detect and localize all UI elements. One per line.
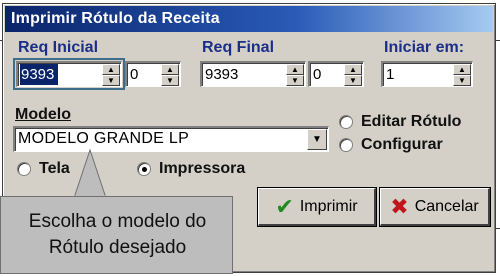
- req-inicial-input[interactable]: [20, 64, 58, 85]
- modelo-select[interactable]: MODELO GRANDE LP ▼: [13, 126, 329, 152]
- iniciar-em-label: Iniciar em:: [384, 39, 465, 56]
- chevron-down-icon[interactable]: ▼: [307, 129, 327, 150]
- x-icon: ✖: [390, 193, 409, 219]
- dialog-title: Imprimir Rótulo da Receita: [11, 10, 220, 27]
- tela-label: Tela: [39, 160, 70, 177]
- req-final-field[interactable]: ▲ ▼: [200, 61, 306, 87]
- req-final-spinner[interactable]: ▲ ▼: [286, 64, 304, 86]
- spin-down-icon[interactable]: ▼: [453, 75, 471, 86]
- impressora-option[interactable]: Impressora: [137, 160, 245, 178]
- req-final-label: Req Final: [202, 39, 275, 56]
- configurar-label: Configurar: [361, 136, 443, 153]
- configurar-option[interactable]: Configurar: [339, 136, 443, 154]
- callout-pointer: [73, 148, 107, 198]
- impressora-radio[interactable]: [137, 162, 151, 176]
- iniciar-em-spinner[interactable]: ▲ ▼: [453, 64, 471, 86]
- modelo-label: Modelo: [15, 106, 71, 123]
- spin-down-icon[interactable]: ▼: [102, 75, 120, 86]
- check-icon: ✔: [275, 193, 294, 219]
- cancelar-label: Cancelar: [414, 197, 479, 215]
- req-inicial-spinner[interactable]: ▲ ▼: [102, 64, 120, 86]
- spin-up-icon[interactable]: ▲: [161, 64, 179, 75]
- title-bar[interactable]: Imprimir Rótulo da Receita: [5, 6, 493, 32]
- req-inicial-suffix-input[interactable]: [129, 64, 160, 85]
- spin-up-icon[interactable]: ▲: [286, 64, 304, 75]
- req-final-suffix-spinner[interactable]: ▲ ▼: [344, 64, 362, 86]
- tela-option[interactable]: Tela: [17, 160, 70, 178]
- req-final-input[interactable]: [204, 64, 285, 85]
- spin-up-icon[interactable]: ▲: [102, 64, 120, 75]
- editar-rotulo-option[interactable]: Editar Rótulo: [339, 113, 461, 131]
- spin-up-icon[interactable]: ▲: [453, 64, 471, 75]
- editar-rotulo-label: Editar Rótulo: [361, 113, 462, 130]
- spin-down-icon[interactable]: ▼: [161, 75, 179, 86]
- iniciar-em-field[interactable]: ▲ ▼: [381, 61, 473, 87]
- spin-up-icon[interactable]: ▲: [344, 64, 362, 75]
- req-inicial-field[interactable]: ▲ ▼: [13, 58, 125, 90]
- spin-down-icon[interactable]: ▼: [286, 75, 304, 86]
- iniciar-em-input[interactable]: [385, 64, 452, 85]
- callout-text: Escolha o modelo do Rótulo desejado: [1, 209, 234, 261]
- tela-radio[interactable]: [17, 162, 31, 176]
- req-inicial-label: Req Inicial: [18, 39, 99, 56]
- req-inicial-suffix-field[interactable]: ▲ ▼: [125, 61, 181, 87]
- callout-line-2: Rótulo desejado: [48, 237, 187, 258]
- req-final-suffix-field[interactable]: ▲ ▼: [308, 61, 364, 87]
- cancelar-button[interactable]: ✖ Cancelar: [380, 188, 490, 226]
- impressora-label: Impressora: [159, 160, 246, 177]
- imprimir-label: Imprimir: [299, 197, 358, 215]
- req-inicial-suffix-spinner[interactable]: ▲ ▼: [161, 64, 179, 86]
- spin-down-icon[interactable]: ▼: [344, 75, 362, 86]
- callout-box: Escolha o modelo do Rótulo desejado: [0, 196, 233, 274]
- imprimir-button[interactable]: ✔ Imprimir: [258, 188, 376, 226]
- callout-line-1: Escolha o modelo do: [28, 211, 207, 232]
- editar-rotulo-radio[interactable]: [339, 115, 353, 129]
- configurar-radio[interactable]: [339, 138, 353, 152]
- req-final-suffix-input[interactable]: [312, 64, 343, 85]
- modelo-selected-value: MODELO GRANDE LP: [18, 130, 190, 147]
